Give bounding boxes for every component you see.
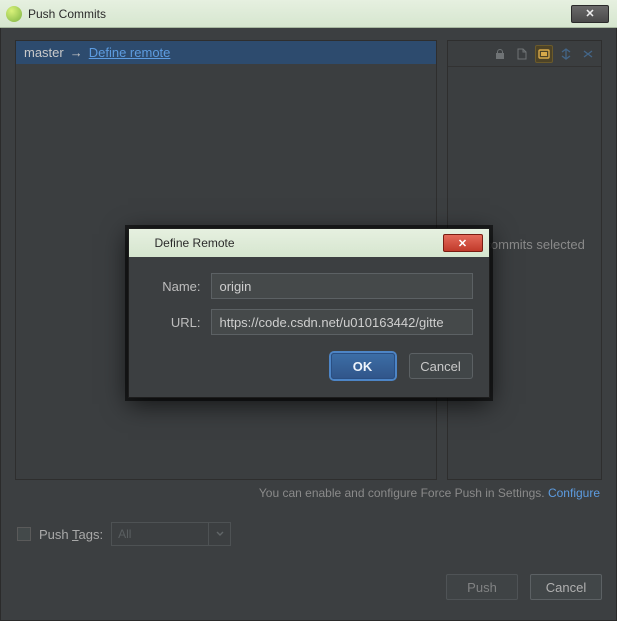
modal-overlay: Define Remote ✕ Name: URL: OK Cancel: [0, 0, 617, 621]
modal-buttons: OK Cancel: [129, 345, 489, 397]
modal-cancel-button[interactable]: Cancel: [409, 353, 473, 379]
url-label: URL:: [145, 315, 201, 330]
close-icon: ✕: [458, 237, 467, 250]
ok-button[interactable]: OK: [331, 353, 395, 379]
modal-close-button[interactable]: ✕: [443, 234, 483, 252]
modal-body: Name: URL:: [129, 257, 489, 345]
url-input[interactable]: [211, 309, 473, 335]
name-input[interactable]: [211, 273, 473, 299]
name-label: Name:: [145, 279, 201, 294]
modal-titlebar: Define Remote ✕: [129, 229, 489, 257]
modal-title: Define Remote: [155, 236, 437, 250]
modal-app-icon: [135, 236, 149, 250]
define-remote-dialog: Define Remote ✕ Name: URL: OK Cancel: [128, 228, 490, 398]
